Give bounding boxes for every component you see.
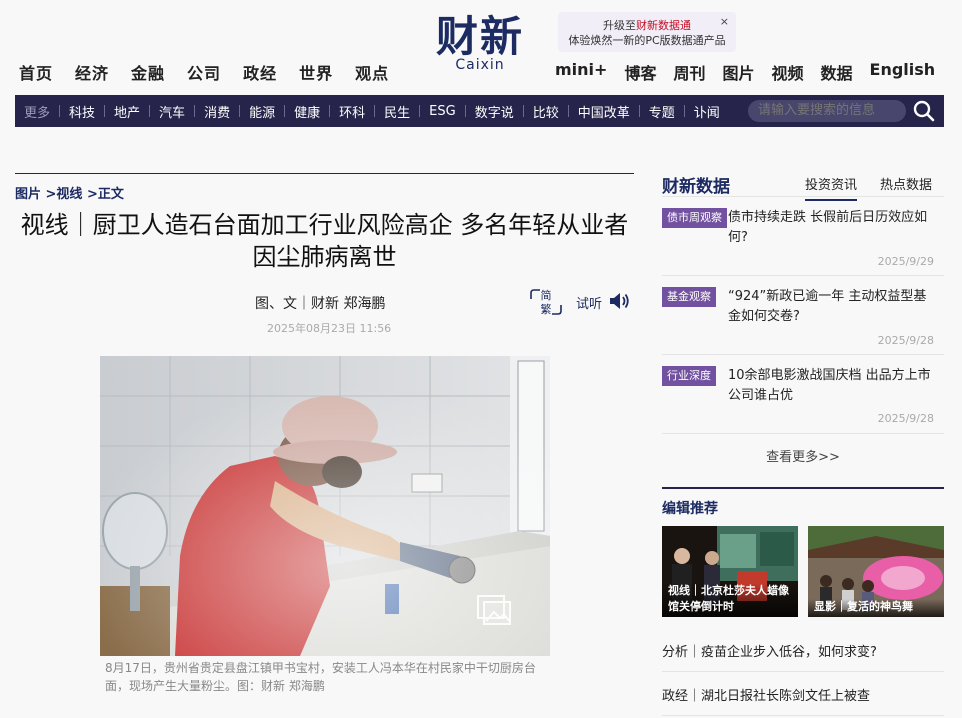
channel-bar: 更多 科技 地产 汽车 消费 能源 健康 环科 民生 ESG 数字说 比较 中国改革 专题 讣闻 <box>15 95 944 127</box>
nav-left-group: 首页 经济 金融 公司 政经 世界 观点 <box>19 60 411 84</box>
promo-line-2: 体验焕然一新的PC版数据通产品 <box>568 34 726 47</box>
channel-item[interactable]: 民生 <box>375 102 419 121</box>
channel-item[interactable]: 环科 <box>330 102 374 121</box>
channel-item[interactable]: 消费 <box>195 102 239 121</box>
article-date: 2025年08月23日 11:56 <box>267 322 392 335</box>
thumb-caption: 视线｜北京杜莎夫人蜡像馆关停倒计时 <box>662 583 798 617</box>
item-text[interactable]: 债市持续走跌 长假前后日历效应如何? <box>728 208 938 248</box>
channel-item[interactable]: 汽车 <box>150 102 194 121</box>
channel-item[interactable]: 更多 <box>15 102 59 121</box>
search-icon[interactable] <box>913 100 935 122</box>
listen-button[interactable]: 试听 <box>576 293 602 312</box>
photo-caption: 8月17日，贵州省贵定县盘江镇甲书宝村，安装工人冯本华在村民家中干切厨房台面，现… <box>105 661 536 693</box>
article-photo[interactable] <box>100 356 550 656</box>
item-badge: 行业深度 <box>662 366 716 386</box>
caixin-data-title[interactable]: 财新数据 <box>662 172 730 197</box>
close-icon[interactable]: × <box>720 14 729 29</box>
item-divider <box>662 433 944 434</box>
article-title: 视线｜厨卫人造石台面加工行业风险高企 多名年轻从业者因尘肺病离世 <box>20 211 629 271</box>
nav-item-opinion[interactable]: 观点 <box>355 60 389 84</box>
recommend-divider <box>662 715 944 716</box>
channel-item[interactable]: 能源 <box>240 102 284 121</box>
main-navigation: 首页 经济 金融 公司 政经 世界 观点 mini+ 博客 周刊 图片 视频 数据 English <box>0 60 962 86</box>
nav-item-world[interactable]: 世界 <box>299 60 333 84</box>
channel-item[interactable]: 地产 <box>105 102 149 121</box>
channel-list: 更多 科技 地产 汽车 消费 能源 健康 环科 民生 ESG 数字说 比较 中国改革 专题 讣闻 <box>15 95 729 127</box>
nav-item-home[interactable]: 首页 <box>19 60 53 84</box>
nav-item-video[interactable]: 视频 <box>771 60 803 84</box>
recommend-link[interactable]: 分析｜疫苗企业步入低谷，如何求变? <box>662 641 877 660</box>
simp-label: 简 <box>541 288 552 302</box>
channel-item[interactable]: 中国改革 <box>569 102 639 121</box>
recommend-thumb[interactable]: 视线｜北京杜莎夫人蜡像馆关停倒计时 <box>662 526 798 617</box>
search-input[interactable] <box>748 100 906 122</box>
channel-item[interactable]: 比较 <box>524 102 568 121</box>
nav-item-politics[interactable]: 政经 <box>243 60 277 84</box>
channel-item[interactable]: 讣闻 <box>685 102 729 121</box>
nav-right-group: mini+ 博客 周刊 图片 视频 数据 English <box>555 60 952 84</box>
logo-chinese: 财新 <box>435 12 524 61</box>
article-top-rule <box>15 173 634 174</box>
channel-item[interactable]: ESG <box>420 104 465 119</box>
item-divider <box>662 354 944 355</box>
nav-item-weekly[interactable]: 周刊 <box>673 60 705 84</box>
see-more-link[interactable]: 查看更多>> <box>662 446 944 465</box>
channel-item[interactable]: 数字说 <box>466 102 523 121</box>
item-date: 2025/9/29 <box>877 255 934 268</box>
sidebar-tab-rule <box>662 196 944 197</box>
nav-item-photos[interactable]: 图片 <box>722 60 754 84</box>
tab-hot-data[interactable]: 热点数据 <box>880 174 932 193</box>
channel-item[interactable]: 健康 <box>285 102 329 121</box>
promo-banner[interactable]: 升级至财新数据通 体验焕然一新的PC版数据通产品 × <box>558 12 736 52</box>
recommend-divider <box>662 671 944 672</box>
item-text[interactable]: 10余部电影激战国庆档 出品方上市公司谁占优 <box>728 366 938 406</box>
item-date: 2025/9/28 <box>877 334 934 347</box>
editor-rule <box>662 487 944 489</box>
channel-item[interactable]: 专题 <box>640 102 684 121</box>
item-date: 2025/9/28 <box>877 412 934 425</box>
nav-item-english[interactable]: English <box>870 60 936 84</box>
thumb-caption: 显影｜复活的神鸟舞 <box>808 599 944 617</box>
trad-label: 繁 <box>541 302 552 316</box>
item-badge: 债市周观察 <box>662 208 727 228</box>
nav-item-blog[interactable]: 博客 <box>624 60 656 84</box>
nav-item-finance[interactable]: 金融 <box>131 60 165 84</box>
item-text[interactable]: “924”新政已逾一年 主动权益型基金如何交卷? <box>728 287 938 327</box>
speaker-icon[interactable] <box>607 290 631 312</box>
simplified-traditional-toggle-icon[interactable]: 简 繁 <box>528 287 564 317</box>
nav-item-economy[interactable]: 经济 <box>75 60 109 84</box>
item-divider <box>662 275 944 276</box>
recommend-thumb[interactable]: 显影｜复活的神鸟舞 <box>808 526 944 617</box>
editor-picks-title: 编辑推荐 <box>662 501 718 517</box>
breadcrumb[interactable]: 图片 >视线 >正文 <box>15 183 124 202</box>
nav-item-mini-plus[interactable]: mini+ <box>555 60 607 84</box>
promo-line-1: 升级至财新数据通 <box>603 19 691 32</box>
nav-item-companies[interactable]: 公司 <box>187 60 221 84</box>
nav-item-data[interactable]: 数据 <box>821 60 853 84</box>
article-byline: 图、文｜财新 郑海鹏 <box>255 296 386 312</box>
channel-item[interactable]: 科技 <box>60 102 104 121</box>
recommend-link[interactable]: 政经｜湖北日报社长陈剑文任上被查 <box>662 685 870 704</box>
item-badge: 基金观察 <box>662 287 716 307</box>
